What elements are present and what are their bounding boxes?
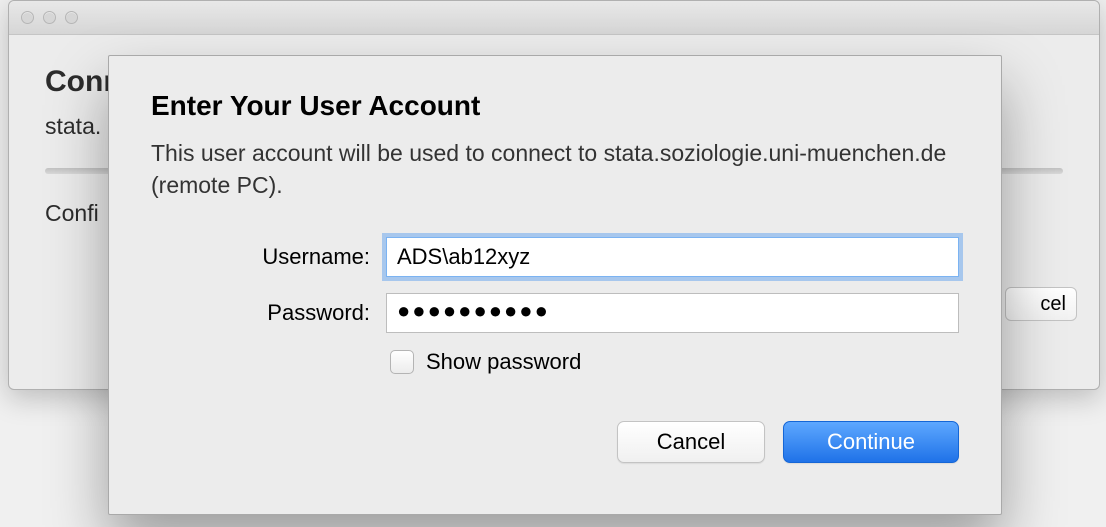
show-password-label: Show password — [426, 349, 581, 375]
continue-button[interactable]: Continue — [783, 421, 959, 463]
zoom-icon[interactable] — [65, 11, 78, 24]
minimize-icon[interactable] — [43, 11, 56, 24]
username-label: Username: — [151, 244, 386, 270]
titlebar — [9, 1, 1099, 35]
close-icon[interactable] — [21, 11, 34, 24]
show-password-checkbox[interactable] — [390, 350, 414, 374]
credentials-sheet: Enter Your User Account This user accoun… — [108, 55, 1002, 515]
username-field[interactable] — [386, 237, 959, 277]
parent-cancel-button-peek[interactable]: cel — [1005, 287, 1077, 321]
cancel-button-label: Cancel — [657, 429, 725, 455]
sheet-description: This user account will be used to connec… — [151, 138, 959, 201]
cancel-button[interactable]: Cancel — [617, 421, 765, 463]
password-field[interactable]: ●●●●●●●●●● — [386, 293, 959, 333]
parent-cancel-label-peek: cel — [1040, 293, 1066, 316]
sheet-heading: Enter Your User Account — [151, 90, 959, 122]
continue-button-label: Continue — [827, 429, 915, 455]
password-label: Password: — [151, 300, 386, 326]
